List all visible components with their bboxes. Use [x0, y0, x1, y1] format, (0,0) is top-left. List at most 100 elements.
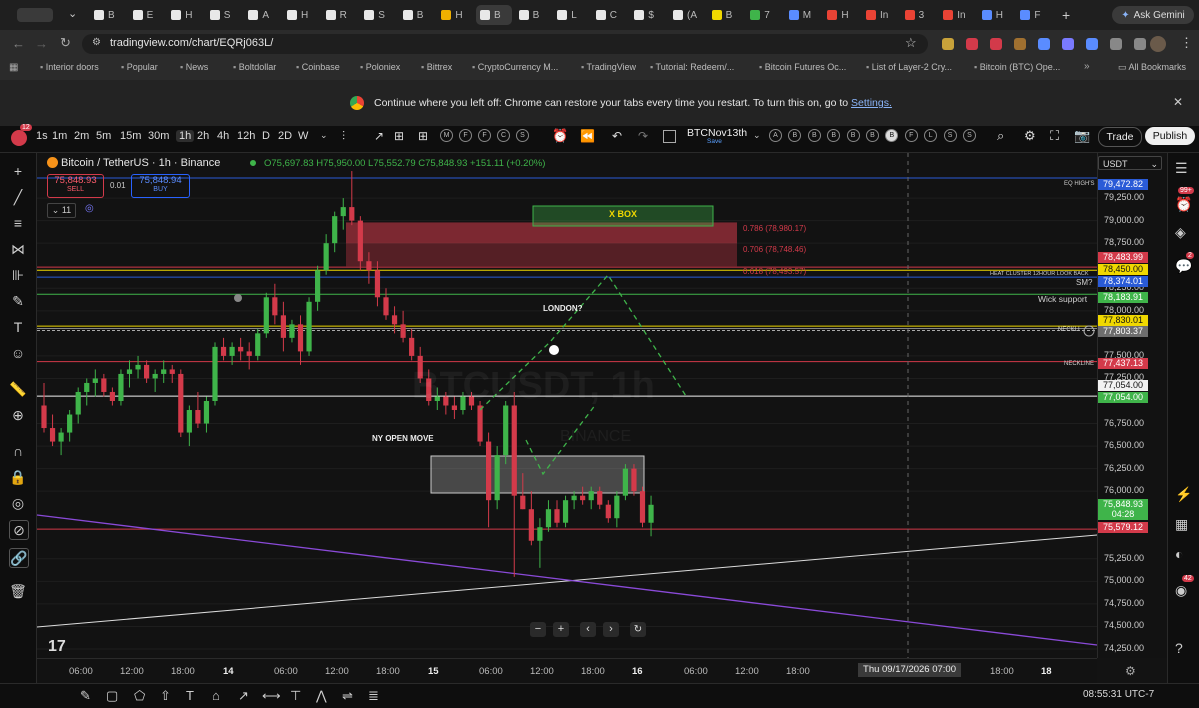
timeframe-2m[interactable]: 2m: [74, 130, 89, 142]
buy-button[interactable]: 75,848.94 BUY: [131, 174, 190, 198]
reset-chart-button[interactable]: ↻: [630, 622, 646, 637]
streams-icon[interactable]: ◉: [1175, 582, 1187, 599]
browser-tab[interactable]: B: [708, 5, 744, 25]
indicator-toggle-B[interactable]: B: [846, 129, 860, 142]
bottom-text-icon[interactable]: T: [186, 688, 194, 703]
extension-icon[interactable]: [1086, 38, 1098, 50]
extension-icon[interactable]: [942, 38, 954, 50]
bottom-drawing-icon-12[interactable]: ≣: [368, 688, 379, 704]
timeframe-4h[interactable]: 4h: [217, 130, 229, 142]
timeframe-D[interactable]: D: [262, 130, 270, 142]
bottom-drawing-icon-8[interactable]: ⟷: [262, 688, 281, 704]
browser-tab[interactable]: R: [322, 5, 358, 25]
bottom-drawing-icon-1[interactable]: ✎: [80, 688, 91, 704]
chevron-down-icon[interactable]: ⌄: [320, 130, 328, 141]
currency-select[interactable]: USDT ⌄: [1098, 156, 1162, 170]
timeframe-5m[interactable]: 5m: [96, 130, 111, 142]
bookmark-item[interactable]: ▪ Bitcoin Futures Oc...: [759, 62, 846, 72]
bookmark-item[interactable]: ▪ CryptoCurrency M...: [472, 62, 558, 72]
extension-icon[interactable]: [1038, 38, 1050, 50]
bookmark-item[interactable]: ▪ Coinbase: [296, 62, 340, 72]
chat-icon[interactable]: 💬: [1175, 258, 1192, 275]
hotlist-icon[interactable]: ⚡: [1175, 486, 1192, 503]
layout-option-M[interactable]: M: [440, 129, 453, 142]
alerts-icon[interactable]: ⏰: [1175, 196, 1192, 213]
bookmark-item[interactable]: ▪ News: [180, 62, 208, 72]
timeframe-1h[interactable]: 1h: [176, 130, 195, 142]
browser-tab[interactable]: S: [206, 5, 242, 25]
browser-tab[interactable]: 3: [901, 5, 937, 25]
browser-tab[interactable]: B: [476, 5, 512, 25]
timeframe-W[interactable]: W: [298, 130, 308, 142]
indicator-toggle-B[interactable]: B: [807, 129, 821, 142]
browser-tab[interactable]: $: [630, 5, 666, 25]
scroll-left-button[interactable]: ‹: [580, 622, 596, 637]
extension-icon[interactable]: [1110, 38, 1122, 50]
indicator-toggle-B[interactable]: B: [866, 129, 879, 142]
sell-button[interactable]: 75,848.93 SELL: [47, 174, 104, 198]
browser-tab[interactable]: B: [515, 5, 551, 25]
timeframe-1m[interactable]: 1m: [52, 130, 67, 142]
bookmark-item[interactable]: ▪ Popular: [121, 62, 158, 72]
extension-icon[interactable]: [1014, 38, 1026, 50]
bookmark-item[interactable]: ▪ List of Layer-2 Cry...: [866, 62, 952, 72]
layout-option-C[interactable]: C: [497, 129, 510, 142]
browser-tab[interactable]: H: [823, 5, 859, 25]
bottom-drawing-icon-9[interactable]: ⊤: [290, 688, 301, 704]
browser-tab[interactable]: M: [785, 5, 821, 25]
indicator-toggle-F[interactable]: F: [904, 129, 918, 142]
browser-tab[interactable]: H: [283, 5, 319, 25]
extension-icon[interactable]: [1062, 38, 1074, 50]
extension-icon[interactable]: [990, 38, 1002, 50]
tv-logo[interactable]: 17: [48, 638, 66, 656]
timeframe-12h[interactable]: 12h: [237, 130, 255, 142]
indicator-icon[interactable]: ◎: [85, 203, 94, 214]
bookmark-item[interactable]: ▪ Boltdollar: [233, 62, 276, 72]
axis-settings-icon[interactable]: ⚙: [1125, 664, 1136, 678]
calendar-icon[interactable]: ▦: [1175, 516, 1188, 533]
bottom-drawing-icon-10[interactable]: ⋀: [316, 688, 327, 704]
browser-tab[interactable]: 7: [746, 5, 782, 25]
browser-tab[interactable]: B: [399, 5, 435, 25]
browser-tab[interactable]: (A: [669, 5, 705, 25]
chevron-down-icon[interactable]: ⌄: [68, 7, 77, 20]
indicator-toggle-S[interactable]: S: [963, 129, 976, 142]
scroll-right-button[interactable]: ›: [603, 622, 619, 637]
browser-tab[interactable]: B: [90, 5, 126, 25]
bottom-drawing-icon-3[interactable]: ⬠: [134, 688, 145, 704]
indicator-toggle-S[interactable]: S: [943, 129, 957, 142]
bookmark-item[interactable]: ▪ Bitcoin (BTC) Ope...: [974, 62, 1060, 72]
bookmark-item[interactable]: ▪ TradingView: [581, 62, 636, 72]
timeframe-1s[interactable]: 1s: [36, 130, 48, 142]
layers-icon[interactable]: ◈: [1175, 224, 1186, 241]
browser-tab[interactable]: C: [592, 5, 628, 25]
indicator-toggle-A[interactable]: A: [769, 129, 782, 142]
tab-group-indicator[interactable]: [17, 8, 53, 22]
browser-tab[interactable]: F: [1016, 5, 1052, 25]
timeframe-15m[interactable]: 15m: [120, 130, 141, 142]
bookmark-item[interactable]: ▪ Tutorial: Redeem/...: [650, 62, 734, 72]
browser-tab[interactable]: S: [360, 5, 396, 25]
bottom-drawing-icon-11[interactable]: ⇌: [342, 688, 353, 704]
indicators-toggle[interactable]: ⌄ 11: [47, 203, 76, 218]
layout-option-F[interactable]: F: [459, 129, 472, 142]
browser-tab[interactable]: In: [939, 5, 975, 25]
help-icon[interactable]: ?: [1175, 640, 1183, 656]
price-chart[interactable]: [0, 0, 1199, 707]
browser-tab[interactable]: L: [553, 5, 589, 25]
bottom-arrow-icon[interactable]: ↗: [238, 688, 249, 704]
browser-tab[interactable]: E: [129, 5, 165, 25]
zoom-out-button[interactable]: −: [530, 622, 546, 637]
timeframe-2h[interactable]: 2h: [197, 130, 209, 142]
ideas-icon[interactable]: ◐: [1175, 546, 1183, 562]
extension-icon[interactable]: [966, 38, 978, 50]
clock-label[interactable]: 08:55:31 UTC-7: [1083, 689, 1154, 700]
watchlist-icon[interactable]: ☰: [1175, 160, 1188, 177]
browser-tab[interactable]: H: [978, 5, 1014, 25]
browser-tab[interactable]: In: [862, 5, 898, 25]
bottom-drawing-icon-6[interactable]: ⌂: [212, 688, 220, 703]
browser-tab[interactable]: H: [167, 5, 203, 25]
bottom-drawing-icon-4[interactable]: ⇧: [160, 688, 171, 704]
bookmark-item[interactable]: ▪ Bittrex: [421, 62, 452, 72]
timeframe-2D[interactable]: 2D: [278, 130, 292, 142]
